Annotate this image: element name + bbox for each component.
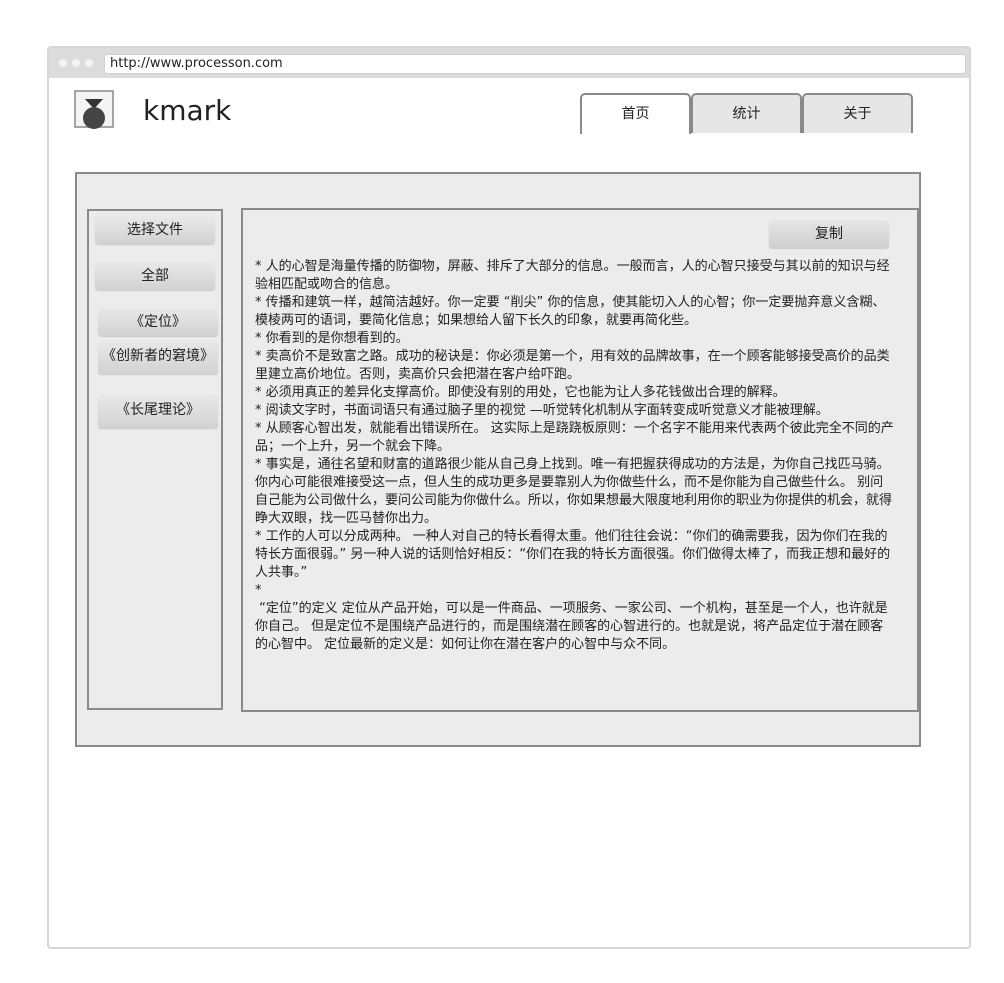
sidebar-item-innovators-dilemma[interactable]: 《创新者的窘境》 <box>98 340 218 374</box>
notes-text: * 人的心智是海量传播的防御物，屏蔽、排斥了大部分的信息。一般而言，人的心智只接… <box>255 259 894 652</box>
sidebar: 选择文件 全部 《定位》 《创新者的窘境》 《长尾理论》 <box>87 209 223 710</box>
tab-stats[interactable]: 统计 <box>691 93 802 133</box>
tab-home[interactable]: 首页 <box>580 93 691 134</box>
sidebar-item-long-tail[interactable]: 《长尾理论》 <box>98 394 218 428</box>
select-file-button[interactable]: 选择文件 <box>95 216 215 244</box>
medal-icon <box>74 90 116 130</box>
browser-titlebar: http://www.processon.com <box>49 48 969 78</box>
window-dot-icon[interactable] <box>72 59 80 67</box>
main-panel: 选择文件 全部 《定位》 《创新者的窘境》 《长尾理论》 复制 * 人的心智是海… <box>75 172 921 747</box>
window-dot-icon[interactable] <box>59 59 67 67</box>
address-bar[interactable]: http://www.processon.com <box>104 54 966 74</box>
sidebar-item-all[interactable]: 全部 <box>95 262 215 290</box>
window-dot-icon[interactable] <box>85 59 93 67</box>
sidebar-item-positioning[interactable]: 《定位》 <box>98 308 218 336</box>
copy-button[interactable]: 复制 <box>769 220 889 248</box>
content-panel: 复制 * 人的心智是海量传播的防御物，屏蔽、排斥了大部分的信息。一般而言，人的心… <box>241 208 919 712</box>
brand-name: kmark <box>143 94 232 127</box>
browser-window: http://www.processon.com kmark 首页 统计 关于 … <box>47 46 971 949</box>
tab-about[interactable]: 关于 <box>802 93 913 133</box>
